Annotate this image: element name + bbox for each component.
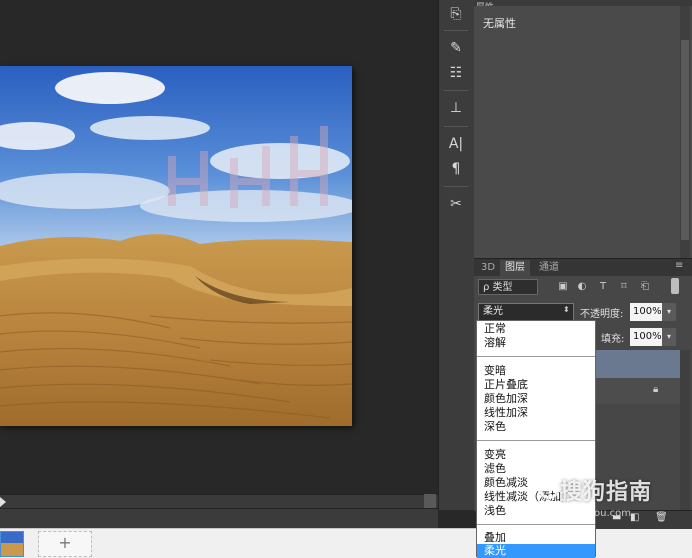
watermark-text: 搜狗指南 [560, 480, 653, 505]
watermark-url: zhinan.sogou.com [540, 508, 632, 519]
blend-option-normal[interactable]: 正常 [480, 322, 594, 336]
document-image[interactable] [0, 66, 352, 426]
scroll-right-arrow-icon[interactable] [0, 497, 6, 507]
layers-scrollbar[interactable] [680, 350, 690, 510]
paragraph-icon[interactable]: ¶ [442, 158, 470, 180]
fill-dropdown-icon[interactable]: ▾ [662, 328, 676, 346]
blend-option-dissolve[interactable]: 溶解 [480, 336, 594, 350]
blend-option-lighten[interactable]: 变亮 [480, 448, 594, 462]
opacity-input[interactable]: 100% [630, 303, 662, 321]
blend-option-soft-light[interactable]: 柔光 [477, 544, 595, 558]
status-bar [0, 508, 438, 529]
properties-scrollbar-thumb[interactable] [681, 40, 689, 240]
blend-mode-select[interactable]: 柔光 [478, 303, 574, 321]
blend-mode-arrow-icon[interactable]: ⬍ [563, 305, 570, 314]
filter-toggle[interactable] [671, 278, 679, 294]
character-icon[interactable]: A| [442, 133, 470, 155]
scrollbar-corner [424, 494, 436, 508]
dock-divider [444, 126, 468, 127]
horizontal-scrollbar[interactable] [0, 494, 438, 509]
menu-separator [477, 440, 595, 441]
dock-divider [444, 90, 468, 91]
dock-divider [444, 186, 468, 187]
blend-option-color-burn[interactable]: 颜色加深 [480, 392, 594, 406]
document-thumbnail[interactable] [0, 531, 24, 557]
shape-filter-icon[interactable]: ⌑ [617, 280, 631, 294]
menu-separator [477, 356, 595, 357]
tab-layers[interactable]: 图层 [500, 260, 530, 276]
opacity-label: 不透明度: [580, 309, 624, 320]
tool-presets-icon[interactable]: ✂ [442, 193, 470, 215]
brush-icon[interactable]: ✎ [442, 37, 470, 59]
properties-header [474, 0, 692, 6]
layer-row-selected[interactable] [596, 350, 680, 378]
type-filter-icon[interactable]: T [596, 280, 610, 294]
fill-label: 填充: [601, 334, 625, 345]
properties-panel [474, 0, 692, 258]
watermark-logo-icon [538, 477, 560, 499]
layer-row-background[interactable] [596, 378, 680, 404]
lock-icon: 🔒︎ [653, 384, 659, 395]
brush-presets-icon[interactable]: ☷ [442, 62, 470, 84]
opacity-dropdown-icon[interactable]: ▾ [662, 303, 676, 321]
blend-option-linear-burn[interactable]: 线性加深 [480, 406, 594, 420]
dock-divider [444, 30, 468, 31]
image-filter-icon[interactable]: ▣ [556, 280, 570, 294]
panel-menu-icon[interactable]: ≡ [675, 260, 683, 271]
layer-filter-select[interactable]: ρ 类型 [478, 279, 538, 295]
blend-option-multiply[interactable]: 正片叠底 [480, 378, 594, 392]
blend-option-overlay[interactable]: 叠加 [480, 531, 594, 545]
menu-separator [477, 524, 595, 525]
history-icon[interactable]: ⎘ [442, 3, 470, 25]
smart-object-filter-icon[interactable]: ⎗ [638, 280, 652, 294]
fill-input[interactable]: 100% [630, 328, 662, 346]
add-document-button[interactable]: + [38, 531, 92, 557]
blend-option-darker-color[interactable]: 深色 [480, 420, 594, 434]
tab-properties[interactable]: 屬性 [476, 0, 506, 6]
tab-channels[interactable]: 通道 [534, 260, 564, 276]
new-layer-icon[interactable]: ◧ [630, 512, 639, 523]
delete-layer-icon[interactable]: 🗑︎ [655, 512, 668, 523]
adjustment-filter-icon[interactable]: ◐ [575, 280, 589, 294]
properties-empty-text: 无属性 [483, 17, 516, 30]
blend-option-darken[interactable]: 变暗 [480, 364, 594, 378]
clone-source-icon[interactable]: ⊥ [442, 97, 470, 119]
tab-3d[interactable]: 3D [476, 260, 500, 276]
